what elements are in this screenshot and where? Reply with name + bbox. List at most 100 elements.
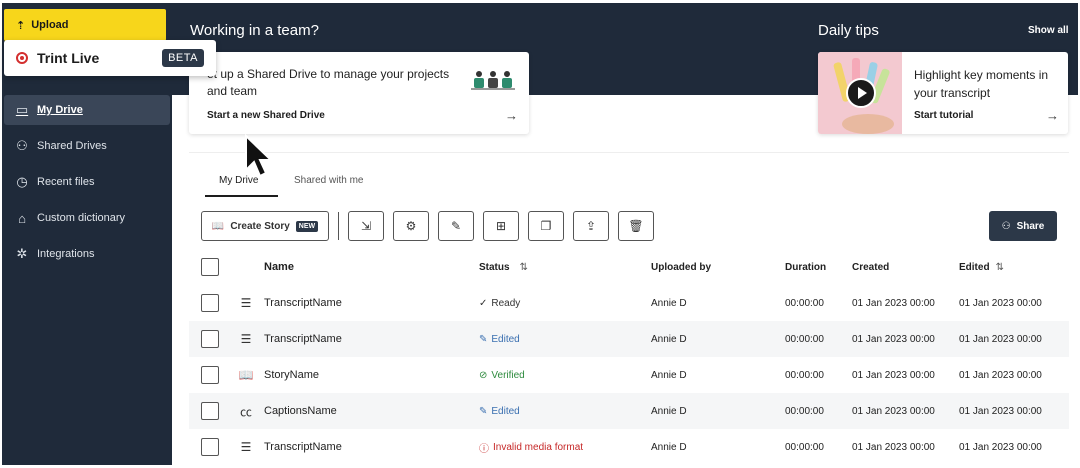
sidebar-item-label: Recent files: [37, 176, 95, 188]
sidebar-item-label: Custom dictionary: [37, 212, 126, 224]
uploaded-by: Annie D: [651, 441, 687, 453]
people-icon: ⚇: [16, 138, 28, 153]
row-checkbox[interactable]: [201, 330, 219, 348]
file-name[interactable]: TranscriptName: [264, 321, 342, 357]
transcript-icon: ☰: [240, 296, 252, 310]
duplicate-button[interactable]: ❐: [528, 211, 564, 241]
arrow-right-icon[interactable]: →: [505, 108, 518, 123]
sidebar-item-label: Integrations: [37, 248, 95, 260]
export-button[interactable]: ⇪: [573, 211, 609, 241]
table-row[interactable]: ☰ TranscriptName ⓘ Invalid media format Anni…: [189, 429, 1069, 465]
file-name[interactable]: TranscriptName: [264, 285, 342, 321]
active-tab-indicator: [205, 195, 278, 197]
status-icon: ⊘: [479, 369, 488, 381]
sidebar-item-recent-files[interactable]: ◷ Recent files: [4, 167, 170, 197]
book-icon: 📖: [211, 220, 225, 232]
column-created[interactable]: Created: [852, 249, 889, 285]
upload-button[interactable]: ⇡ Upload: [4, 9, 166, 41]
delete-button[interactable]: 🗑: [618, 211, 654, 241]
create-story-label: Create Story: [230, 220, 290, 232]
tab-shared-with-me[interactable]: Shared with me: [294, 175, 363, 186]
column-edited-label: Edited: [959, 261, 990, 273]
table-row[interactable]: ☰ TranscriptName ✎ Edited Annie D 00:00:00 01 …: [189, 321, 1069, 357]
sidebar-item-custom-dictionary[interactable]: ⌂ Custom dictionary: [4, 203, 170, 233]
table-row[interactable]: 📖 StoryName ⊘ Verified Annie D 00:00:00 01 Jan…: [189, 357, 1069, 393]
show-all-link[interactable]: Show all: [1028, 25, 1069, 36]
manage-access-button[interactable]: ⚙: [393, 211, 429, 241]
sidebar-item-integrations[interactable]: ✲ Integrations: [4, 239, 170, 269]
created-date: 01 Jan 2023 00:00: [852, 333, 935, 345]
transcript-icon: ☰: [240, 440, 252, 454]
pencil-icon: ✎: [450, 219, 462, 233]
tip-text: Highlight key moments in your transcript: [914, 68, 1049, 100]
add-user-icon: ⚇: [1001, 220, 1011, 232]
start-tutorial-link[interactable]: Start tutorial: [914, 110, 973, 121]
uploaded-by: Annie D: [651, 405, 687, 417]
file-name[interactable]: StoryName: [264, 357, 319, 393]
toolbar-divider: [338, 212, 339, 240]
sort-icon[interactable]: ⇅: [520, 262, 528, 273]
column-duration[interactable]: Duration: [785, 249, 826, 285]
uploaded-by: Annie D: [651, 297, 687, 309]
folder-move-icon: ⇲: [360, 219, 372, 233]
folder-plus-icon: ⊞: [495, 219, 507, 233]
book-icon: 📖: [238, 368, 254, 382]
row-checkbox[interactable]: [201, 366, 219, 384]
table-row[interactable]: ㏄ CaptionsName ✎ Edited Annie D 00:00:00 01 Ja…: [189, 393, 1069, 429]
uploaded-by: Annie D: [651, 369, 687, 381]
graduation-cap-icon: ⌂: [18, 210, 26, 226]
upload-icon: ⇡: [16, 19, 26, 32]
create-story-button[interactable]: 📖 Create Story NEW: [201, 211, 329, 241]
captions-icon: ㏄: [239, 404, 252, 419]
move-to-folder-button[interactable]: ⇲: [348, 211, 384, 241]
table-row[interactable]: ☰ TranscriptName ✓ Ready Annie D 00:00:00 01 J…: [189, 285, 1069, 321]
upload-share-icon: ⇪: [585, 219, 597, 233]
status-text: Verified: [491, 369, 525, 381]
edited-date: 01 Jan 2023 00:00: [959, 369, 1042, 381]
status-icon: ✎: [479, 405, 488, 417]
arrow-right-icon[interactable]: →: [1046, 108, 1059, 123]
created-date: 01 Jan 2023 00:00: [852, 297, 935, 309]
created-date: 01 Jan 2023 00:00: [852, 369, 935, 381]
sort-icon[interactable]: ⇅: [996, 262, 1004, 273]
row-checkbox[interactable]: [201, 402, 219, 420]
column-name[interactable]: Name: [264, 249, 294, 285]
status-cell: ⊘ Verified: [479, 357, 525, 393]
beta-badge: BETA: [162, 49, 204, 67]
file-name[interactable]: CaptionsName: [264, 393, 337, 429]
column-uploaded-by[interactable]: Uploaded by: [651, 249, 711, 285]
start-shared-drive-link[interactable]: Start a new Shared Drive: [207, 110, 325, 121]
transcript-icon: ☰: [240, 332, 252, 346]
add-to-folder-button[interactable]: ⊞: [483, 211, 519, 241]
duration: 00:00:00: [785, 405, 824, 417]
sidebar-item-label: Shared Drives: [37, 140, 107, 152]
status-cell: ⓘ Invalid media format: [479, 429, 583, 465]
duration: 00:00:00: [785, 297, 824, 309]
status-icon: ✎: [479, 333, 488, 345]
status-text: Invalid media format: [493, 441, 584, 453]
status-text: Edited: [491, 405, 520, 417]
play-icon[interactable]: [846, 78, 876, 108]
row-checkbox[interactable]: [201, 294, 219, 312]
sidebar-nav: ▭ My Drive ⚇ Shared Drives ◷ Recent files ⌂ Cus…: [4, 95, 170, 275]
sidebar-item-shared-drives[interactable]: ⚇ Shared Drives: [4, 131, 170, 161]
rename-button[interactable]: ✎: [438, 211, 474, 241]
app-window: ⇡ Upload ▭ My Drive ⚇ Shared Drives ◷ Recent …: [0, 0, 1080, 468]
row-checkbox[interactable]: [201, 438, 219, 456]
share-button[interactable]: ⚇ Share: [989, 211, 1057, 241]
status-icon: ⓘ: [479, 443, 489, 455]
status-text: Ready: [491, 297, 521, 309]
record-icon: [16, 52, 28, 64]
file-browser: My Drive Shared with me 📖 Create Story N…: [189, 152, 1069, 468]
column-edited[interactable]: Edited ⇅: [959, 249, 1004, 285]
sidebar-item-my-drive[interactable]: ▭ My Drive: [4, 95, 170, 125]
select-all-checkbox[interactable]: [201, 258, 219, 276]
column-status[interactable]: Status ⇅: [479, 249, 528, 285]
trint-live-button[interactable]: Trint Live BETA: [4, 40, 216, 76]
daily-tips-card: Highlight key moments in your transcript…: [818, 52, 1068, 134]
duration: 00:00:00: [785, 441, 824, 453]
uploaded-by: Annie D: [651, 333, 687, 345]
edited-date: 01 Jan 2023 00:00: [959, 333, 1042, 345]
file-name[interactable]: TranscriptName: [264, 429, 342, 465]
sidebar-item-label: My Drive: [37, 104, 83, 116]
